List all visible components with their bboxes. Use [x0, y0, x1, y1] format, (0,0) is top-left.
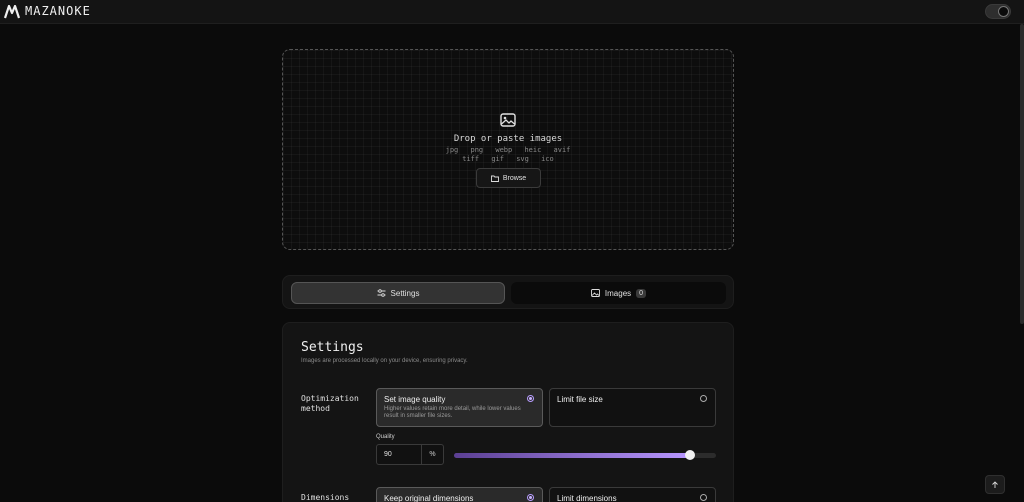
dimensions-label: Dimensions: [301, 493, 350, 502]
format-label: svg: [516, 155, 529, 163]
tab-settings[interactable]: Settings: [291, 282, 505, 304]
option-limit-file-size[interactable]: Limit file size: [549, 388, 716, 427]
format-label: avif: [553, 146, 571, 154]
format-label: webp: [495, 146, 513, 154]
radio-unselected-icon: [700, 395, 707, 402]
format-label: ico: [541, 155, 554, 163]
quality-unit: %: [421, 445, 443, 464]
settings-subtitle: Images are processed locally on your dev…: [301, 358, 468, 364]
browse-button[interactable]: Browse: [476, 168, 541, 188]
option-title: Limit file size: [557, 395, 603, 404]
scroll-to-top-button[interactable]: [985, 475, 1005, 494]
format-label: jpg: [445, 146, 459, 154]
settings-title: Settings: [301, 340, 364, 355]
top-bar: MAZANOKE: [0, 0, 1024, 24]
view-tabs: Settings Images 0: [282, 275, 734, 309]
option-keep-original-dimensions[interactable]: Keep original dimensions: [376, 487, 543, 502]
quality-slider-fill: [454, 453, 690, 458]
format-label: png: [470, 146, 484, 154]
radio-selected-icon: [527, 494, 534, 501]
tab-settings-label: Settings: [390, 288, 420, 298]
tab-images-label: Images: [604, 288, 632, 298]
optimization-method-label: Optimization method: [301, 394, 359, 413]
option-description: Higher values retain more detail, while …: [384, 406, 521, 419]
option-limit-dimensions[interactable]: Limit dimensions: [549, 487, 716, 502]
sliders-icon: [377, 289, 386, 297]
quality-slider-thumb[interactable]: [684, 450, 695, 460]
radio-selected-icon: [527, 395, 534, 402]
folder-icon: [490, 175, 499, 182]
option-set-image-quality[interactable]: Set image quality Higher values retain m…: [376, 388, 543, 427]
format-label: tiff: [462, 155, 480, 163]
quality-label: Quality: [376, 434, 395, 440]
browse-label: Browse: [502, 174, 527, 182]
page-scrollbar[interactable]: [1020, 24, 1024, 324]
theme-toggle-knob-icon: [998, 6, 1009, 17]
radio-unselected-icon: [700, 494, 707, 501]
supported-formats: jpg png webp heic avif tiff gif svg ico: [433, 146, 583, 164]
image-dropzone[interactable]: Drop or paste images jpg png webp heic a…: [282, 49, 734, 250]
settings-panel: Settings Images are processed locally on…: [282, 322, 734, 502]
format-label: gif: [491, 155, 504, 163]
arrow-up-icon: [992, 480, 998, 488]
quality-value[interactable]: 90: [377, 445, 421, 464]
image-icon: [590, 289, 600, 297]
quality-slider[interactable]: [454, 450, 716, 460]
brand-name: MAZANOKE: [25, 4, 91, 18]
dropzone-title: Drop or paste images: [453, 134, 563, 144]
mazanoke-logo-icon: [4, 5, 20, 19]
tab-images[interactable]: Images 0: [511, 282, 726, 304]
theme-toggle[interactable]: [985, 4, 1011, 19]
image-icon: [500, 113, 516, 127]
option-title: Keep original dimensions: [384, 494, 474, 502]
format-label: heic: [524, 146, 542, 154]
option-title: Set image quality: [384, 395, 446, 404]
option-title: Limit dimensions: [557, 494, 617, 502]
images-count-badge: 0: [636, 288, 647, 298]
quality-input[interactable]: 90 %: [376, 444, 444, 465]
